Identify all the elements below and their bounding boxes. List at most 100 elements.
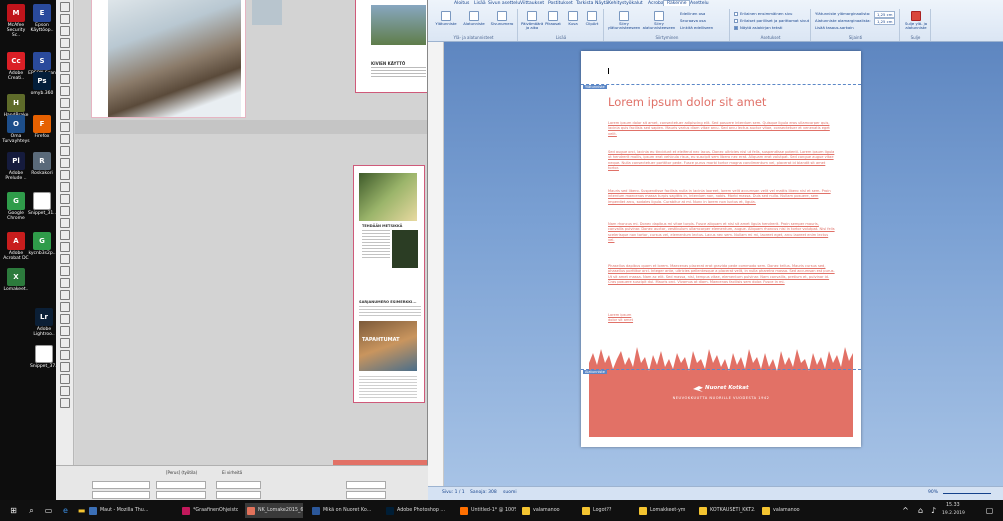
paragraph-5[interactable]: Phasellus dapibus quam et lorem. Maecena… (608, 264, 835, 286)
tool-icon[interactable] (59, 74, 70, 84)
taskbar-window-8[interactable]: Lomakkeet-ym (637, 503, 691, 518)
footer-button[interactable]: Alatunniste (461, 11, 487, 26)
tool-icon[interactable] (59, 338, 70, 348)
tool-icon[interactable] (59, 362, 70, 372)
paragraph-2[interactable]: Sed augue orci, lacinia eu tincidunt et … (608, 150, 835, 172)
clock-time[interactable]: 15.33 (946, 503, 960, 508)
y-field[interactable] (92, 491, 150, 499)
tool-icon[interactable] (59, 38, 70, 48)
paragraph-1[interactable]: Lorem ipsum dolor sit amet, consectetuer… (608, 121, 835, 137)
tool-icon[interactable] (59, 146, 70, 156)
tool-icon[interactable] (59, 86, 70, 96)
document-title[interactable]: Lorem ipsum dolor sit amet (608, 95, 766, 109)
show-doc-text-checkbox[interactable]: Näytä asiakirjan teksti (734, 25, 782, 30)
zoom-slider[interactable] (943, 493, 991, 494)
tool-icon[interactable] (59, 206, 70, 216)
zoom-label[interactable]: [Perus] (työtila) (166, 470, 197, 475)
tool-icon[interactable] (59, 326, 70, 336)
tool-icon[interactable] (59, 182, 70, 192)
page-number-button[interactable]: Sivunumero (489, 11, 515, 26)
header-button[interactable]: Ylätunniste (433, 11, 459, 26)
taskbar-window-1[interactable]: *GraafinenOhjeisto... (180, 503, 238, 518)
tool-icon[interactable] (59, 302, 70, 312)
tool-icon[interactable] (59, 62, 70, 72)
next-section-link[interactable]: Seuraava osa (680, 18, 706, 23)
tool-icon[interactable] (59, 158, 70, 168)
taskbar-window-5[interactable]: Untitled-1* @ 100%... (458, 503, 516, 518)
header-from-top-value[interactable]: 1,25 cm (874, 11, 896, 18)
desktop-icon-10[interactable]: G Google Chrome (2, 192, 30, 221)
tab-9[interactable]: Rakenne (663, 0, 691, 6)
language[interactable]: suomi (503, 490, 517, 495)
footer-from-bottom-value[interactable]: 1,25 cm (874, 18, 896, 25)
desktop-icon-11[interactable]: Snippet_31.. (28, 192, 56, 216)
tab-7[interactable]: Kehitystyökalut (608, 1, 643, 6)
desktop-icon-7[interactable]: F Firefox (28, 115, 56, 139)
network-icon[interactable]: ⌂ (915, 505, 926, 516)
clipart-button[interactable]: ClipArt (582, 11, 602, 26)
different-first-page-checkbox[interactable]: Erilainen ensimmäinen sivu (734, 11, 792, 16)
tool-icon[interactable] (59, 50, 70, 60)
tool-icon[interactable] (59, 254, 70, 264)
document-page[interactable]: Ylätunniste Lorem ipsum dolor sit amet L… (581, 51, 861, 447)
goto-header-button[interactable]: Siirry ylätunnisteeseen (607, 11, 641, 30)
quick-parts-button[interactable]: Pikaosat (543, 11, 563, 26)
tool-icon[interactable] (59, 242, 70, 252)
date-time-button[interactable]: Päivämäärä ja aika (521, 11, 543, 30)
tool-icon[interactable] (59, 398, 70, 408)
tool-icon[interactable] (59, 170, 70, 180)
tool-icon[interactable] (59, 122, 70, 132)
page-count[interactable]: Sivu: 1 / 1 (442, 490, 465, 495)
scale-field[interactable] (216, 481, 261, 489)
tool-icon[interactable] (59, 98, 70, 108)
paragraph-3[interactable]: Mauris sed libero. Suspendisse facilisis… (608, 189, 835, 205)
rotate-field[interactable] (216, 491, 261, 499)
tool-icon[interactable] (59, 386, 70, 396)
desktop-icon-9[interactable]: R Roskakori (28, 152, 56, 176)
task-view-icon[interactable]: ▭ (43, 505, 54, 516)
desktop-icon-15[interactable]: Lr Adobe Lightroo.. (30, 308, 58, 337)
taskbar-window-9[interactable]: KOTKAUSETI_KKT2... (697, 503, 755, 518)
taskbar-window-7[interactable]: Logot?? (580, 503, 630, 518)
desktop-icon-8[interactable]: Pl Adobe Prelude .. (2, 152, 30, 181)
desktop-icon-6[interactable]: O Oma Turvayhteys (2, 115, 30, 144)
picture-button[interactable]: Kuva (564, 11, 582, 26)
zoom-level[interactable]: 90% (928, 490, 938, 495)
link-previous-link[interactable]: Linkitä edelliseen (680, 25, 713, 30)
notifications-icon[interactable]: ▢ (984, 505, 995, 516)
tool-icon[interactable] (59, 2, 70, 12)
tab-6[interactable]: Näytä (595, 1, 608, 6)
tool-icon[interactable] (59, 374, 70, 384)
close-header-footer-button[interactable]: Sulje ylä- ja alatunniste (903, 11, 929, 30)
tab-3[interactable]: Viittaukset (520, 1, 544, 6)
explorer-icon[interactable]: ▬ (76, 505, 87, 516)
paragraph-6[interactable]: Lorem ipsum dolor sit amet (608, 313, 835, 324)
w-field[interactable] (156, 481, 206, 489)
taskbar-window-10[interactable]: valamanoo (760, 503, 814, 518)
tool-icon[interactable] (59, 194, 70, 204)
x-field[interactable] (92, 481, 150, 489)
tab-2[interactable]: Sivun asettelu (488, 1, 520, 6)
opacity-field[interactable] (346, 491, 386, 499)
odd-even-checkbox[interactable]: Erilaiset parilliset ja parittomat sivut (734, 18, 809, 23)
tab-0[interactable]: Aloitus (454, 1, 469, 6)
search-icon[interactable]: ⌕ (26, 505, 37, 516)
tool-icon[interactable] (59, 110, 70, 120)
document-area[interactable]: Ylätunniste Lorem ipsum dolor sit amet L… (444, 42, 1003, 486)
tool-icon[interactable] (59, 14, 70, 24)
start-button[interactable]: ⊞ (8, 505, 19, 516)
volume-icon[interactable]: ♪ (928, 505, 939, 516)
tool-icon[interactable] (59, 314, 70, 324)
tab-5[interactable]: Tarkista (576, 1, 593, 6)
tool-icon[interactable] (59, 230, 70, 240)
desktop-icon-13[interactable]: Gkycnb3s2p.. (28, 232, 56, 256)
tool-icon[interactable] (59, 278, 70, 288)
paragraph-4[interactable]: Nam rhoncus mi. Donec dapibus mi vitae t… (608, 222, 835, 244)
desktop-icon-16[interactable]: Snippet_37.. (30, 345, 58, 369)
desktop-icon-12[interactable]: A Adobe Acrobat DC (2, 232, 30, 261)
tab-4[interactable]: Postitukset (548, 1, 573, 6)
pasteboard[interactable]: KIVIEN KÄYTTÖ TEHDÄÄN METSIKKÄ SARJANUME… (75, 0, 427, 465)
tool-icon[interactable] (59, 350, 70, 360)
tab-1[interactable]: Lisää (474, 1, 486, 6)
goto-footer-button[interactable]: Siirry alatunnisteeseen (642, 11, 676, 30)
